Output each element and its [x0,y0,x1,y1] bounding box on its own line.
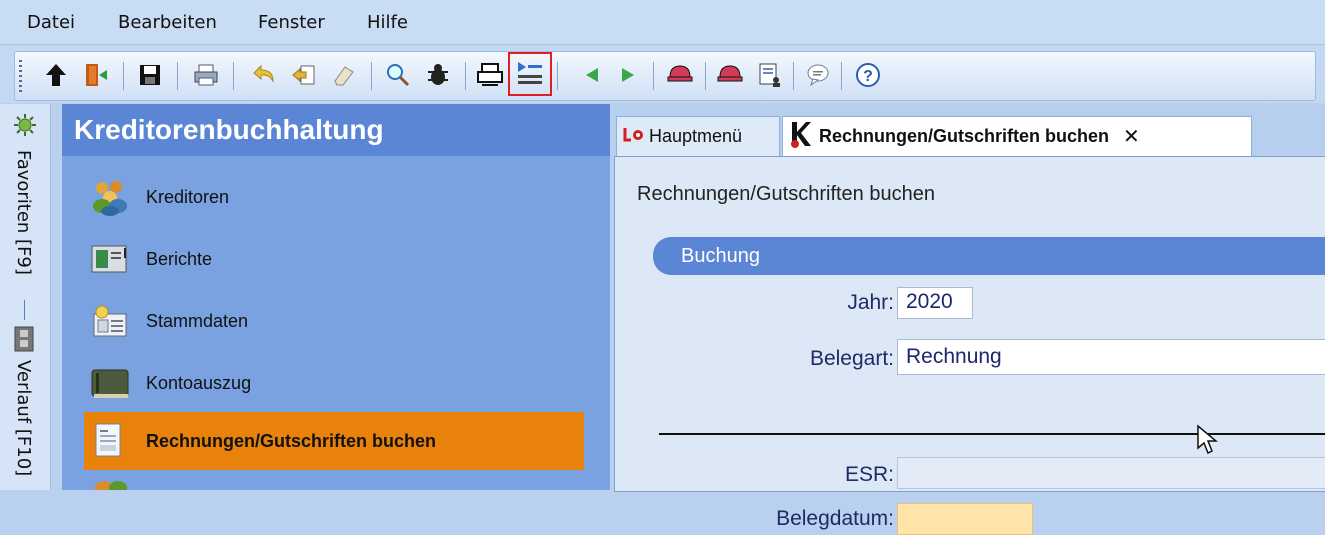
section-label: Buchung [681,245,760,267]
belegdatum-field[interactable] [897,503,1033,535]
nav-item-stammdaten[interactable]: Stammdaten [84,292,584,350]
toolbar-strip: ? [14,51,1316,101]
nav-title: Kreditorenbuchhaltung [74,114,384,145]
side-divider [24,300,25,320]
form-heading: Rechnungen/Gutschriften buchen [637,183,935,205]
tab-verlauf[interactable]: Verlauf [F10] [13,360,34,476]
arrow-left-icon[interactable] [575,58,609,92]
navigation-panel: Kreditorenbuchhaltung Kreditoren Bericht… [62,104,610,495]
people-icon [90,178,130,216]
mouse-cursor-icon [1196,424,1219,461]
nav-header: Kreditorenbuchhaltung [62,104,610,156]
toolbar-separator [793,62,794,90]
master-data-icon [90,302,130,340]
menu-fenster[interactable]: Fenster [258,12,325,33]
eraser-icon[interactable] [327,58,361,92]
report-icon [90,240,130,278]
nav-item-berichte[interactable]: Berichte [84,230,584,288]
tab-rechnungen-gutschriften[interactable]: Rechnungen/Gutschriften buchen ✕ [782,116,1252,156]
bug-icon[interactable] [421,58,455,92]
belegart-field[interactable]: Rechnung [897,339,1325,375]
belegdatum-label: Belegdatum: [776,507,894,530]
people-icon [90,476,130,495]
toolbar-separator [371,62,372,90]
toolbar-grip[interactable] [19,60,22,92]
home-logo-icon [623,125,645,148]
nav-item-label: Berichte [146,249,213,269]
toolbar-separator [557,62,558,90]
toolbar-separator [653,62,654,90]
belegart-label: Belegart: [809,347,894,370]
exit-door-icon[interactable] [79,58,113,92]
menu-hilfe[interactable]: Hilfe [367,12,408,33]
hat-icon[interactable] [713,58,747,92]
divider [659,433,1325,435]
nav-item-label: Rechnungen/Gutschriften buchen [146,431,437,451]
arrow-up-icon[interactable] [39,58,73,92]
invoice-icon [90,422,130,460]
tab-label: Hauptmenü [649,126,743,146]
film-strip-icon [12,326,36,357]
toolbar: ? [0,45,1325,103]
undo-arrow-icon[interactable] [247,58,281,92]
toolbar-separator [177,62,178,90]
nav-item-label: Kontoauszug [146,373,252,393]
search-icon[interactable] [381,58,415,92]
print-icon[interactable] [189,58,223,92]
tab-favoriten[interactable]: Favoriten [F9] [13,150,34,275]
section-buchung: Buchung [653,237,1325,275]
jahr-label: Jahr: [847,291,894,314]
nav-item-rechnungen-gutschriften[interactable]: Rechnungen/Gutschriften buchen [84,412,584,470]
jahr-field[interactable]: 2020 [897,287,973,319]
menu-bearbeiten[interactable]: Bearbeiten [118,12,217,33]
esr-field[interactable] [897,457,1325,489]
toolbar-separator [465,62,466,90]
tab-hauptmenue[interactable]: Hauptmenü [616,116,780,156]
document-person-icon[interactable] [753,58,787,92]
esr-label: ESR: [844,463,894,486]
tab-bar: Hauptmenü Rechnungen/Gutschriften buchen… [612,116,1325,156]
speech-bubble-icon[interactable] [801,58,835,92]
menu-datei[interactable]: Datei [27,12,75,33]
side-strip: Favoriten [F9] Verlauf [F10] [0,104,51,490]
gear-star-icon [12,112,38,143]
k-logo-icon [789,120,813,153]
ledger-book-icon [90,364,130,402]
nav-item-label: Kreditoren [146,187,230,207]
arrow-right-icon[interactable] [611,58,645,92]
toolbar-separator [123,62,124,90]
printer-icon[interactable] [473,58,507,92]
nav-item-kreditoren[interactable]: Kreditoren [84,168,584,226]
form-panel: Rechnungen/Gutschriften buchen Buchung J… [614,156,1325,535]
close-icon[interactable]: ✕ [1123,124,1140,149]
list-play-icon[interactable] [508,52,552,96]
toolbar-separator [233,62,234,90]
content-area: Hauptmenü Rechnungen/Gutschriften buchen… [612,104,1325,535]
help-icon[interactable]: ? [851,58,885,92]
toolbar-separator [705,62,706,90]
toolbar-separator [841,62,842,90]
svg-text:?: ? [863,68,873,85]
nav-item-kontoauszug[interactable]: Kontoauszug [84,354,584,412]
import-icon[interactable] [287,58,321,92]
hat-icon[interactable] [663,58,697,92]
tab-label: Rechnungen/Gutschriften buchen [819,126,1110,146]
save-disk-icon[interactable] [133,58,167,92]
nav-item-label: Stammdaten [146,311,249,331]
menu-bar: Datei Bearbeiten Fenster Hilfe [0,0,1325,45]
